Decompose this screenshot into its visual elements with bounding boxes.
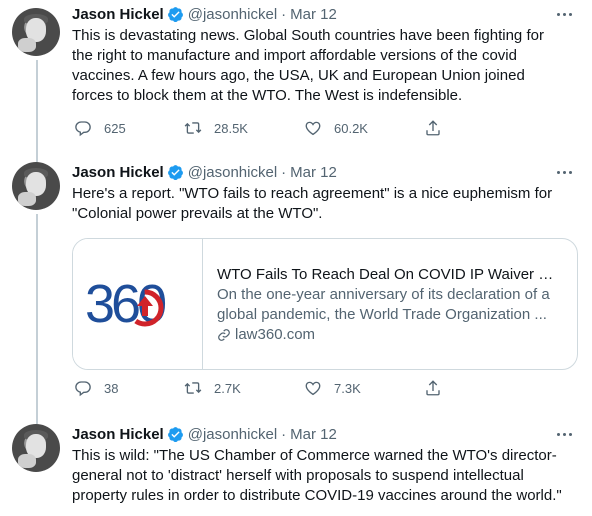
author-name[interactable]: Jason Hickel	[72, 164, 164, 181]
verified-badge-icon	[167, 426, 183, 442]
retweet-count: 28.5K	[214, 120, 248, 136]
tweet-text: Here's a report. "WTO fails to reach agr…	[72, 185, 553, 222]
share-button[interactable]	[424, 119, 454, 137]
author-name[interactable]: Jason Hickel	[72, 6, 164, 23]
avatar[interactable]	[12, 8, 60, 56]
law360-logo: 360	[85, 274, 169, 334]
avatar[interactable]	[12, 162, 60, 210]
retweet-icon	[184, 382, 202, 394]
card-logo: 360	[73, 239, 203, 369]
tweet-actions: 625 28.5K 60.2K	[72, 118, 502, 138]
like-count: 60.2K	[334, 120, 368, 136]
tweet-actions: 38 2.7K 7.3K	[72, 378, 502, 398]
share-icon	[426, 380, 440, 396]
tweet[interactable]: Jason Hickel @jasonhickel · Mar 12 This …	[0, 412, 592, 516]
tweet-text: This is devastating news. Global South c…	[72, 27, 544, 104]
like-button[interactable]: 60.2K	[304, 119, 424, 137]
author-handle[interactable]: @jasonhickel	[188, 164, 277, 181]
logo-text: 360	[85, 274, 165, 334]
link-card[interactable]: 360 WTO Fails To Reach Deal On COVID IP …	[72, 238, 578, 370]
reply-button[interactable]: 38	[74, 379, 184, 397]
card-domain[interactable]: law360.com	[217, 325, 561, 345]
reply-count: 625	[104, 120, 126, 136]
like-icon	[305, 121, 321, 136]
share-icon	[426, 120, 440, 136]
retweet-button[interactable]: 28.5K	[184, 119, 304, 137]
separator-dot: ·	[281, 5, 287, 23]
verified-badge-icon	[167, 164, 183, 180]
reply-icon	[75, 121, 91, 137]
reply-button[interactable]: 625	[74, 119, 184, 137]
card-domain-text: law360.com	[235, 326, 316, 343]
more-icon[interactable]	[554, 162, 574, 182]
tweet-header: Jason Hickel @jasonhickel · Mar 12	[72, 4, 337, 24]
card-title[interactable]: WTO Fails To Reach Deal On COVID IP Waiv…	[217, 265, 561, 285]
share-button[interactable]	[424, 379, 454, 397]
author-handle[interactable]: @jasonhickel	[188, 426, 277, 443]
like-button[interactable]: 7.3K	[304, 379, 424, 397]
tweet-date[interactable]: Mar 12	[290, 164, 337, 181]
retweet-icon	[184, 122, 202, 134]
retweet-button[interactable]: 2.7K	[184, 379, 304, 397]
card-description: On the one-year anniversary of its decla…	[217, 286, 550, 323]
more-icon[interactable]	[554, 4, 574, 24]
like-icon	[305, 381, 321, 396]
avatar[interactable]	[12, 424, 60, 472]
more-icon[interactable]	[554, 424, 574, 444]
tweet-header: Jason Hickel @jasonhickel · Mar 12	[72, 162, 337, 182]
tweet-header: Jason Hickel @jasonhickel · Mar 12	[72, 424, 337, 444]
author-name[interactable]: Jason Hickel	[72, 426, 164, 443]
tweet[interactable]: Jason Hickel @jasonhickel · Mar 12 Here'…	[0, 150, 592, 412]
reply-count: 38	[104, 380, 119, 396]
link-icon	[218, 329, 230, 341]
tweet-text: This is wild: "The US Chamber of Commerc…	[72, 447, 562, 504]
tweet[interactable]: Jason Hickel @jasonhickel · Mar 12 This …	[0, 0, 592, 150]
tweet-date[interactable]: Mar 12	[290, 426, 337, 443]
tweet-date[interactable]: Mar 12	[290, 6, 337, 23]
reply-icon	[75, 381, 91, 397]
separator-dot: ·	[281, 163, 287, 181]
like-count: 7.3K	[334, 380, 361, 396]
author-handle[interactable]: @jasonhickel	[188, 6, 277, 23]
verified-badge-icon	[167, 6, 183, 22]
separator-dot: ·	[281, 425, 287, 443]
retweet-count: 2.7K	[214, 380, 241, 396]
